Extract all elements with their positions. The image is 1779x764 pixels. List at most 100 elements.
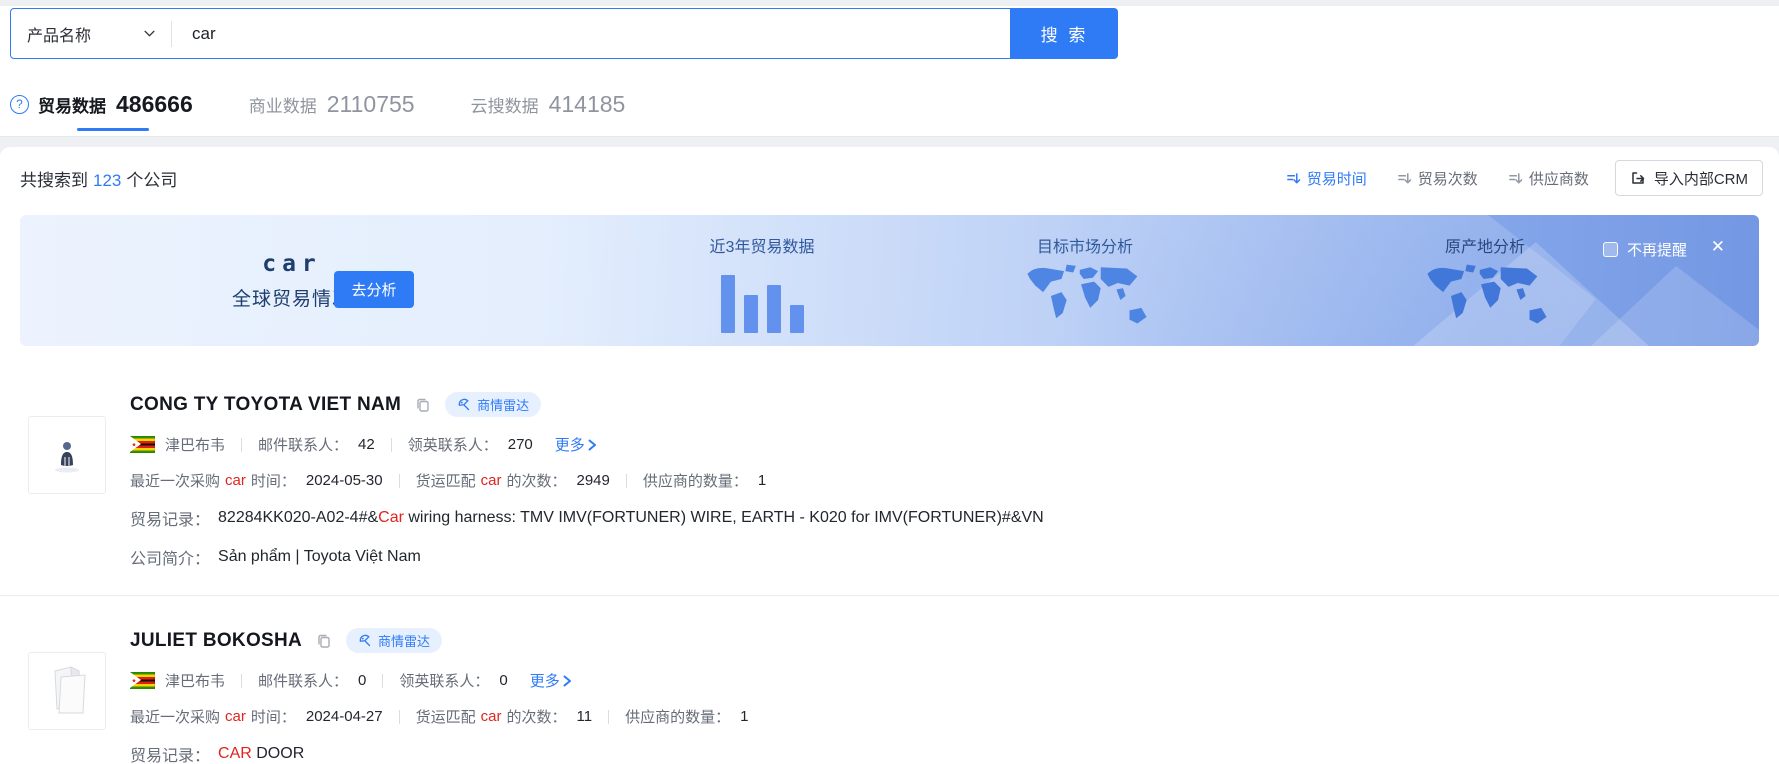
company-card: JULIET BOKOSHA 商情雷达 津巴布韦 邮件联系人： 0 领英联系人：… <box>0 595 1779 764</box>
last-purchase-label-suffix: 时间： <box>251 706 296 727</box>
banner-section-title: 目标市场分析 <box>995 233 1175 257</box>
company-name-row: CONG TY TOYOTA VIET NAM 商情雷达 <box>130 392 1759 417</box>
supplier-count: 1 <box>748 472 766 489</box>
sort-trade-time[interactable]: 贸易时间 <box>1286 168 1367 189</box>
banner-section-origin: 原产地分析 <box>1395 233 1575 339</box>
keyword-highlight: Car <box>378 509 404 526</box>
email-contacts-count: 42 <box>348 436 375 453</box>
results-header: 共搜索到123个公司 贸易时间 贸易次数 供应商数 导入内部CRM <box>0 147 1779 203</box>
company-list: CONG TY TOYOTA VIET NAM 商情雷达 津巴布韦 邮件联系人：… <box>0 346 1779 764</box>
email-contacts-count: 0 <box>348 672 366 689</box>
linkedin-contacts-count: 270 <box>498 436 533 453</box>
keyword-highlight: car <box>220 472 251 489</box>
company-name-row: JULIET BOKOSHA 商情雷达 <box>130 628 1759 653</box>
search-input[interactable] <box>172 9 1010 58</box>
keyword-highlight: car <box>476 472 507 489</box>
linkedin-contacts-label: 领英联系人： <box>408 434 498 455</box>
sort-trade-count[interactable]: 贸易次数 <box>1397 168 1478 189</box>
more-link[interactable]: 更多 <box>530 670 572 691</box>
keyword-highlight: car <box>476 708 507 725</box>
business-radar-badge[interactable]: 商情雷达 <box>346 628 442 653</box>
company-card: CONG TY TOYOTA VIET NAM 商情雷达 津巴布韦 邮件联系人：… <box>0 346 1779 595</box>
analyze-button[interactable]: 去分析 <box>334 271 414 308</box>
tab-count: 486666 <box>116 91 193 118</box>
trade-record-label: 贸易记录： <box>130 742 210 764</box>
analysis-banner: car 全球贸易情况 去分析 近3年贸易数据 目标市场分析 原产地分析 <box>20 215 1759 346</box>
search-button[interactable]: 搜 索 <box>1011 8 1118 59</box>
tab-count: 2110755 <box>327 91 415 118</box>
help-icon[interactable]: ? <box>10 95 29 114</box>
last-purchase-date: 2024-04-27 <box>296 708 383 725</box>
last-purchase-label: 最近一次采购 <box>130 706 220 727</box>
freight-match-label-suffix: 的次数： <box>506 470 566 491</box>
country-name: 津巴布韦 <box>165 670 225 691</box>
supplier-count: 1 <box>730 708 748 725</box>
found-count: 123 <box>88 171 126 190</box>
supplier-count-label: 供应商的数量： <box>625 706 730 727</box>
badge-label: 商情雷达 <box>378 631 430 650</box>
trade-record-text: 82284KK020-A02-4#& <box>218 509 378 526</box>
supplier-count-label: 供应商的数量： <box>643 470 748 491</box>
sort-supplier-count[interactable]: 供应商数 <box>1508 168 1589 189</box>
sort-label: 贸易次数 <box>1418 168 1478 189</box>
keyword-highlight: car <box>220 708 251 725</box>
tab-label: 贸易数据 <box>38 92 106 117</box>
divider <box>626 474 627 488</box>
divider <box>391 438 392 452</box>
import-crm-button[interactable]: 导入内部CRM <box>1615 160 1763 196</box>
category-dropdown[interactable]: 产品名称 <box>11 9 171 58</box>
search-header: 产品名称 搜 索 ? 贸易数据 486666 商业数据 2110755 云搜数据… <box>0 0 1779 137</box>
freight-match-label: 货运匹配 <box>416 470 476 491</box>
found-prefix: 共搜索到 <box>20 171 88 190</box>
result-count-text: 共搜索到123个公司 <box>20 166 177 191</box>
import-icon <box>1630 170 1646 186</box>
more-label: 更多 <box>530 670 560 691</box>
company-thumbnail[interactable] <box>28 416 106 494</box>
import-crm-label: 导入内部CRM <box>1654 168 1748 189</box>
copy-icon[interactable] <box>415 397 431 413</box>
trade-record-value: CAR DOOR <box>210 745 304 763</box>
tab-business-data[interactable]: 商业数据 2110755 <box>249 91 415 118</box>
chart-bar <box>744 295 758 333</box>
tab-cloud-search-data[interactable]: 云搜数据 414185 <box>471 91 626 118</box>
freight-match-count: 2949 <box>566 472 609 489</box>
keyword-highlight: CAR <box>218 745 252 762</box>
banner-close-icon[interactable]: ✕ <box>1711 237 1725 257</box>
trade-record-value: 82284KK020-A02-4#&Car wiring harness: TM… <box>210 509 1044 527</box>
chevron-right-icon <box>588 439 597 451</box>
company-intro-value: Sản phẩm | Toyota Việt Nam <box>210 548 421 566</box>
company-name[interactable]: CONG TY TOYOTA VIET NAM <box>130 394 401 416</box>
tab-label: 商业数据 <box>249 92 317 117</box>
zimbabwe-flag-icon <box>130 672 155 689</box>
world-map-icon <box>1019 262 1151 334</box>
company-intro-label: 公司简介： <box>130 545 210 569</box>
chart-bar <box>767 285 781 333</box>
tab-trade-data[interactable]: 贸易数据 486666 <box>38 91 193 118</box>
found-suffix: 个公司 <box>126 171 177 190</box>
company-intro-row: 公司简介： Sản phẩm | Toyota Việt Nam <box>130 545 1759 569</box>
divider <box>382 674 383 688</box>
company-name[interactable]: JULIET BOKOSHA <box>130 630 302 652</box>
results-panel: 共搜索到123个公司 贸易时间 贸易次数 供应商数 导入内部CRM <box>0 147 1779 764</box>
category-label: 产品名称 <box>27 22 91 46</box>
badge-label: 商情雷达 <box>477 395 529 414</box>
sort-label: 贸易时间 <box>1307 168 1367 189</box>
copy-icon[interactable] <box>316 633 332 649</box>
trade-record-label: 贸易记录： <box>130 506 210 530</box>
country-name: 津巴布韦 <box>165 434 225 455</box>
chevron-right-icon <box>563 675 572 687</box>
active-tab-underline <box>77 128 149 131</box>
email-contacts-label: 邮件联系人： <box>258 434 348 455</box>
more-label: 更多 <box>555 434 585 455</box>
business-radar-badge[interactable]: 商情雷达 <box>445 392 541 417</box>
company-purchase-row: 最近一次采购 car 时间： 2024-05-30 货运匹配 car 的次数： … <box>130 470 1759 491</box>
more-link[interactable]: 更多 <box>555 434 597 455</box>
sort-desc-icon <box>1286 171 1301 186</box>
dont-remind-toggle[interactable]: 不再提醒 <box>1603 239 1687 260</box>
company-contact-row: 津巴布韦 邮件联系人： 0 领英联系人： 0 更多 <box>130 670 1759 691</box>
radar-icon <box>358 634 372 648</box>
chevron-down-icon <box>144 30 155 37</box>
company-thumbnail[interactable] <box>28 652 106 730</box>
chart-bar <box>790 305 804 333</box>
dont-remind-checkbox[interactable] <box>1603 242 1618 257</box>
